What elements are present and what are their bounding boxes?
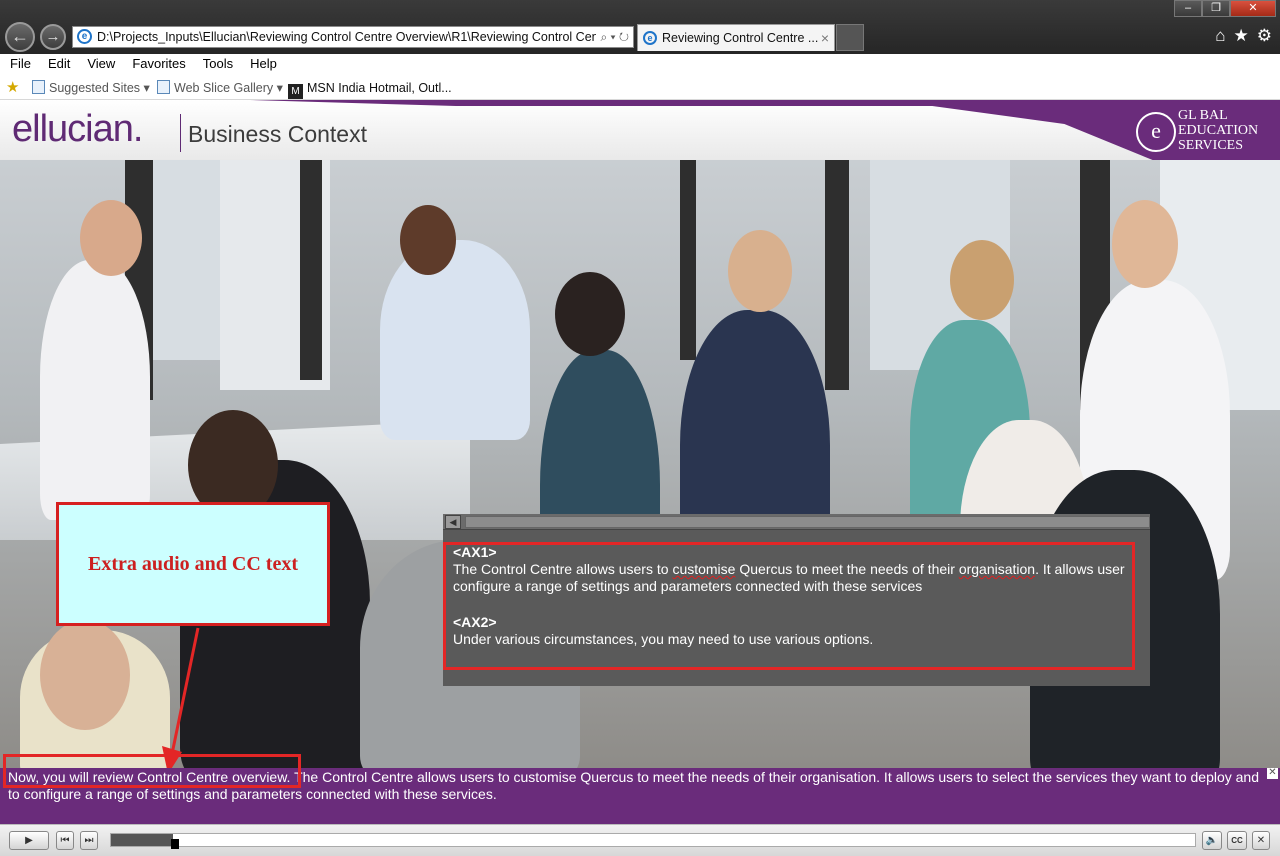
- window-pillar: [825, 160, 849, 390]
- spelling-flag: organisation: [958, 561, 1036, 577]
- menu-tools[interactable]: Tools: [203, 54, 233, 76]
- ax1-line-2: configure a range of settings and parame…: [453, 578, 923, 594]
- fav-suggested-label: Suggested Sites: [49, 81, 141, 95]
- browser-tools: ⌂ ★ ⚙: [1215, 26, 1272, 46]
- volume-icon[interactable]: 🔈: [1202, 831, 1222, 850]
- person-head: [1112, 200, 1178, 288]
- background-building: [150, 160, 230, 360]
- ax1-text: The Control Centre allows users to: [453, 561, 673, 577]
- browser-titlebar: – ❐ ✕ ← → e D:\Projects_Inputs\Ellucian\…: [0, 0, 1280, 54]
- web-page-icon: [32, 80, 45, 94]
- new-tab-button[interactable]: [836, 24, 864, 51]
- person-head: [950, 240, 1014, 320]
- callout-arrow-icon: [162, 627, 200, 768]
- person: [380, 240, 530, 440]
- ax2-tag: <AX2>: [453, 614, 497, 630]
- msn-icon: M: [288, 84, 303, 99]
- person-head: [40, 620, 130, 730]
- back-button[interactable]: ←: [5, 22, 35, 52]
- menu-view[interactable]: View: [87, 54, 115, 76]
- person-head: [728, 230, 792, 312]
- global-education-services-logo: e GL BAL EDUCATION SERVICES: [1136, 108, 1272, 154]
- ax1-text: . It allows user: [1035, 561, 1125, 577]
- fav-suggested-sites[interactable]: Suggested Sites ▾: [32, 79, 150, 97]
- fav-web-slice-label: Web Slice Gallery: [174, 81, 274, 95]
- favorites-star-icon[interactable]: ★: [1234, 26, 1249, 46]
- course-header: ellucian. Business Context e GL BAL EDUC…: [0, 100, 1280, 160]
- window-pillar: [300, 160, 322, 380]
- menu-bar: File Edit View Favorites Tools Help: [0, 54, 1280, 76]
- favorites-add-icon[interactable]: ★: [6, 79, 19, 97]
- close-window-button[interactable]: ✕: [1230, 0, 1276, 17]
- address-bar[interactable]: e D:\Projects_Inputs\Ellucian\Reviewing …: [72, 26, 634, 48]
- audio-script-text: <AX1> The Control Centre allows users to…: [453, 544, 1150, 648]
- ges-e-icon: e: [1136, 112, 1176, 152]
- annotation-callout: Extra audio and CC text: [56, 502, 330, 626]
- scroll-left-icon[interactable]: ◀: [445, 515, 461, 529]
- address-text: D:\Projects_Inputs\Ellucian\Reviewing Co…: [97, 30, 603, 44]
- header-wedge: [888, 100, 1280, 160]
- address-actions[interactable]: ⌕ ▾ ↻: [596, 27, 629, 47]
- person-head: [400, 205, 456, 275]
- closed-caption-bar: Now, you will review Control Centre over…: [0, 754, 1280, 824]
- minimize-button[interactable]: –: [1174, 0, 1202, 17]
- caption-close-icon[interactable]: ✕: [1267, 768, 1278, 779]
- ges-line-1: GL BAL: [1178, 108, 1228, 123]
- menu-help[interactable]: Help: [250, 54, 277, 76]
- audio-script-panel: ◀ <AX1> The Control Centre allows users …: [443, 514, 1150, 686]
- scrollbar-thumb[interactable]: [465, 516, 1150, 528]
- fav-msn-label: MSN India: [307, 81, 366, 95]
- slide-title: Business Context: [188, 121, 367, 147]
- callout-text: Extra audio and CC text: [87, 552, 298, 575]
- ax1-line-1: The Control Centre allows users to custo…: [453, 561, 1150, 578]
- home-icon[interactable]: ⌂: [1215, 26, 1225, 46]
- browser-tab-active[interactable]: e Reviewing Control Centre ... ×: [637, 24, 835, 51]
- spelling-flag: customise: [672, 561, 736, 577]
- web-page-icon: [157, 80, 170, 94]
- fav-hotmail[interactable]: Hotmail, Outl...: [369, 79, 452, 97]
- person-head: [555, 272, 625, 356]
- close-player-icon[interactable]: ✕: [1252, 831, 1270, 850]
- slide-photo-business-meeting: Extra audio and CC text ◀ <AX1> The Cont…: [0, 160, 1280, 768]
- closed-captions-button[interactable]: CC: [1227, 831, 1247, 850]
- player-controls: ▶ ⏮ ⏭ 🔈 CC ✕: [0, 824, 1280, 856]
- seek-progress: [111, 834, 173, 846]
- maximize-button[interactable]: ❐: [1202, 0, 1230, 17]
- settings-gear-icon[interactable]: ⚙: [1257, 26, 1272, 46]
- ax2-text: Under various circumstances, you may nee…: [453, 631, 874, 647]
- next-slide-button[interactable]: ⏭: [80, 831, 98, 850]
- ax1-text: Quercus to meet the needs of their: [735, 561, 959, 577]
- ax1-tag: <AX1>: [453, 544, 497, 560]
- seek-bar[interactable]: [110, 833, 1196, 849]
- ges-line-2: EDUCATION: [1178, 123, 1259, 138]
- horizontal-scrollbar[interactable]: ◀: [443, 514, 1150, 530]
- tab-title: Reviewing Control Centre ...: [662, 31, 819, 45]
- ellucian-logo: ellucian.: [12, 108, 143, 150]
- forward-button[interactable]: →: [40, 24, 66, 50]
- previous-slide-button[interactable]: ⏮: [56, 831, 74, 850]
- menu-edit[interactable]: Edit: [48, 54, 70, 76]
- caption-highlight-box: [3, 754, 301, 788]
- tab-close-icon[interactable]: ×: [821, 25, 829, 51]
- fav-msn[interactable]: M MSN India: [288, 79, 365, 99]
- window-controls: – ❐ ✕: [1174, 0, 1276, 17]
- menu-file[interactable]: File: [10, 54, 31, 76]
- fav-web-slice-gallery[interactable]: Web Slice Gallery ▾: [157, 79, 283, 97]
- logo-divider: [180, 114, 181, 152]
- screen: – ❐ ✕ ← → e D:\Projects_Inputs\Ellucian\…: [0, 0, 1280, 856]
- person-head: [80, 200, 142, 276]
- favorites-bar: ★ Suggested Sites ▾ Web Slice Gallery ▾ …: [0, 76, 1280, 100]
- window-pillar: [680, 160, 696, 360]
- ie-tab-icon: e: [643, 31, 657, 45]
- menu-favorites[interactable]: Favorites: [132, 54, 185, 76]
- seek-handle[interactable]: [171, 839, 179, 849]
- ges-wordmark: GL BAL EDUCATION SERVICES: [1178, 108, 1258, 153]
- ges-line-3: SERVICES: [1178, 138, 1244, 153]
- person: [40, 260, 150, 520]
- play-button[interactable]: ▶: [9, 831, 49, 850]
- ie-page-icon: e: [77, 29, 92, 44]
